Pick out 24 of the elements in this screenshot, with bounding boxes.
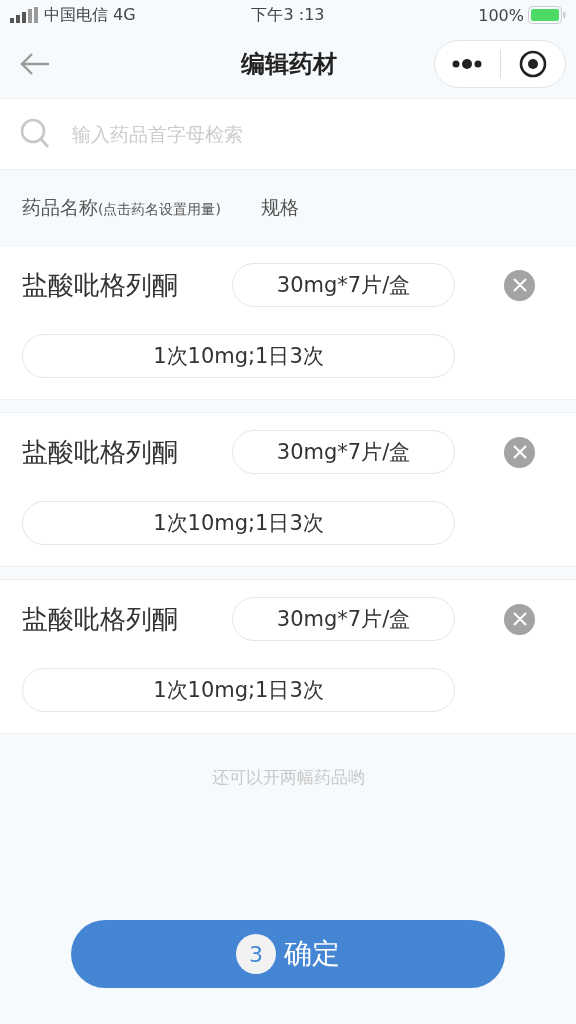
column-hint: (点击药名设置用量)	[98, 200, 221, 219]
battery-icon	[528, 6, 566, 24]
carrier-label: 中国电信 4G	[44, 4, 136, 26]
target-icon	[518, 50, 547, 78]
remove-button[interactable]	[504, 269, 535, 301]
remove-button[interactable]	[504, 436, 535, 468]
column-header: 药品名称	[22, 194, 98, 220]
count-badge: 3	[236, 934, 276, 974]
search-icon	[20, 118, 50, 150]
close-icon	[512, 278, 527, 292]
medicine-name[interactable]: 盐酸吡格列酮	[22, 601, 232, 637]
confirm-button[interactable]: 3 确定	[71, 920, 505, 988]
close-icon	[512, 445, 527, 459]
page-title: 编辑药材	[241, 49, 337, 80]
medicine-name[interactable]: 盐酸吡格列酮	[22, 267, 232, 303]
signal-icon	[10, 7, 40, 23]
remove-button[interactable]	[504, 603, 535, 635]
more-icon	[452, 59, 483, 69]
battery-percent: 100%	[478, 5, 524, 25]
column-header: 规格	[260, 194, 299, 220]
medicine-name[interactable]: 盐酸吡格列酮	[22, 434, 232, 470]
close-icon	[512, 612, 527, 626]
back-arrow-icon	[20, 53, 50, 75]
clock-time: 下午3 :13	[251, 4, 325, 26]
